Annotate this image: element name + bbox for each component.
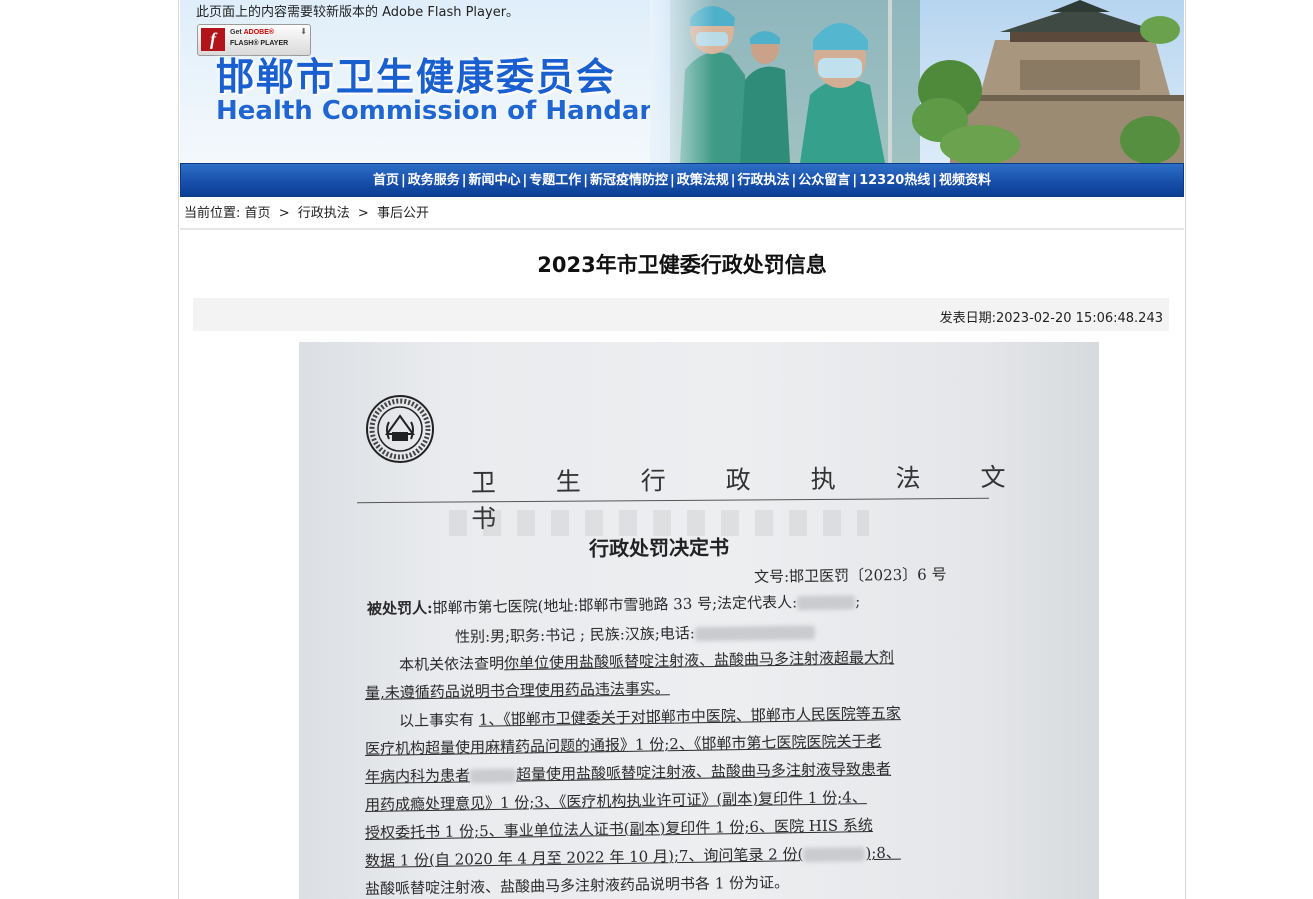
party-label: 被处罚人: [366,598,433,618]
site-title-en: Health Commission of Handan [216,96,658,126]
nav-covid-prevention[interactable]: 新冠疫情防控 [590,173,668,188]
nav-government-services[interactable]: 政务服务 [408,173,460,188]
publish-date-label: 发表日期: [939,311,996,326]
document-line: 授权委托书 1 份;5、事业单位法人证书(副本)复印件 1 份;6、医院 HIS… [364,816,873,842]
article-title: 2023年市卫健委行政处罚信息 [537,253,827,277]
redacted-name [797,595,856,611]
breadcrumb-home[interactable]: 首页 [245,206,271,221]
divider [180,228,1184,230]
redacted-names [803,847,866,863]
document-number: 文号:邯卫医罚〔2023〕6 号 [753,565,947,586]
main-nav: 首页 | 政务服务 | 新闻中心 | 专题工作 | 新冠疫情防控 | 政策法规 | 行政执法 | 公众留言 |… [180,163,1184,197]
document-text: 超量使用盐酸哌替啶注射液、盐酸曲马多注射液导致患者 [515,759,892,784]
nav-12320-hotline[interactable]: 12320热线 [859,173,930,188]
flash-notice: 此页面上的内容需要较新版本的 Adobe Flash Player。 [196,5,520,20]
party-text: 邯郸市第七医院(地址:邯郸市雪驰路 33 号;法定代表人: [432,593,798,617]
breadcrumb: 当前位置: 首页 > 行政执法 > 事后公开 [184,202,429,221]
nav-video[interactable]: 视频资料 [939,173,991,188]
breadcrumb-law-enforcement[interactable]: 行政执法 [298,206,350,221]
breadcrumb-separator: > [357,206,369,221]
document-subheading: 行政处罚决定书 [588,535,730,561]
nav-separator: | [670,173,675,188]
nav-separator: | [852,173,858,188]
nav-separator: | [791,173,797,188]
document-image: 卫 生 行 政 执 法 文 书 行政处罚决定书 文号:邯卫医罚〔2023〕6 号… [299,342,1099,899]
nav-special-work[interactable]: 专题工作 [529,173,581,188]
nav-separator: | [583,173,588,188]
publish-date: 2023-02-20 15:06:48.243 [995,311,1163,326]
document-line: 量,未遵循药品说明书合理使用药品违法事实。 [364,679,670,702]
nav-separator: | [522,173,528,188]
page-container: 此页面上的内容需要较新版本的 Adobe Flash Player。 f Get… [178,0,1186,899]
document-text: 数据 1 份(自 2020 年 4 月至 2022 年 10 月);7、询问笔录… [364,845,804,870]
document-line: 医疗机构超量使用麻精药品问题的通报》1 份;2、《邯郸市第七医院医院关于老 [364,731,882,758]
breadcrumb-separator: > [278,206,290,221]
nav-news-center[interactable]: 新闻中心 [468,173,520,188]
article-meta-bar: 发表日期:2023-02-20 15:06:48.243 [193,298,1169,331]
document-line: 被处罚人:邯郸市第七医院(地址:邯郸市雪驰路 33 号;法定代表人:; [367,590,861,619]
document-text: );8、 [865,843,901,863]
nav-separator: | [400,173,406,188]
nav-policies[interactable]: 政策法规 [677,173,729,188]
document-line: 年病内科为患者 超量使用盐酸哌替啶注射液、盐酸曲马多注射液导致患者 [365,758,891,787]
redacted-patient [469,768,517,784]
nav-law-enforcement[interactable]: 行政执法 [738,173,790,188]
document-text: 本机关依法查明 [398,654,505,674]
party-tail: ; [854,592,861,611]
nav-separator: | [730,173,736,188]
document-line: 盐酸哌替啶注射液、盐酸曲马多注射液药品说明书各 1 份为证。 [364,873,790,898]
nav-public-messages[interactable]: 公众留言 [798,173,850,188]
document-line: 性别:男;职务:书记 ; 民族:汉族;电话: [454,620,816,647]
document-line: 以上事实有 1、《邯郸市卫健委关于对邯郸市中医院、邯郸市人民医院等五家 [399,702,901,731]
health-authority-seal-icon [366,395,434,463]
redacted-phone [694,625,816,642]
document-text: 年病内科为患者 [364,766,471,786]
document-text: 你单位使用盐酸哌替啶注射液、盐酸曲马多注射液超最大剂 [503,648,895,673]
document-text: 1、《邯郸市卫健委关于对邯郸市中医院、邯郸市人民医院等五家 [478,704,901,729]
flash-button-line1: Get [230,29,244,36]
breadcrumb-prefix: 当前位置: [184,206,241,221]
flash-button-brand: ADOBE® [243,29,275,36]
personal-info: 性别:男;职务:书记 ; 民族:汉族;电话: [454,624,696,646]
header-banner: 此页面上的内容需要较新版本的 Adobe Flash Player。 f Get… [180,0,1184,163]
document-line: 本机关依法查明你单位使用盐酸哌替啶注射液、盐酸曲马多注射液超最大剂 [399,646,894,675]
document-line: 数据 1 份(自 2020 年 4 月至 2022 年 10 月);7、询问笔录… [365,842,901,871]
document-text: 以上事实有 [398,710,479,730]
site-title-cn: 邯郸市卫生健康委员会 [216,55,617,99]
download-arrow-icon: ⬇ [300,27,307,36]
nav-home[interactable]: 首页 [373,173,399,188]
breadcrumb-post-disclosure[interactable]: 事后公开 [377,206,429,221]
document-line: 用药成瘾处理意见》1 份;3、《医疗机构执业许可证》(副本)复印件 1 份;4、 [364,788,867,814]
nav-separator: | [932,173,938,188]
banner-photo [650,0,1184,163]
